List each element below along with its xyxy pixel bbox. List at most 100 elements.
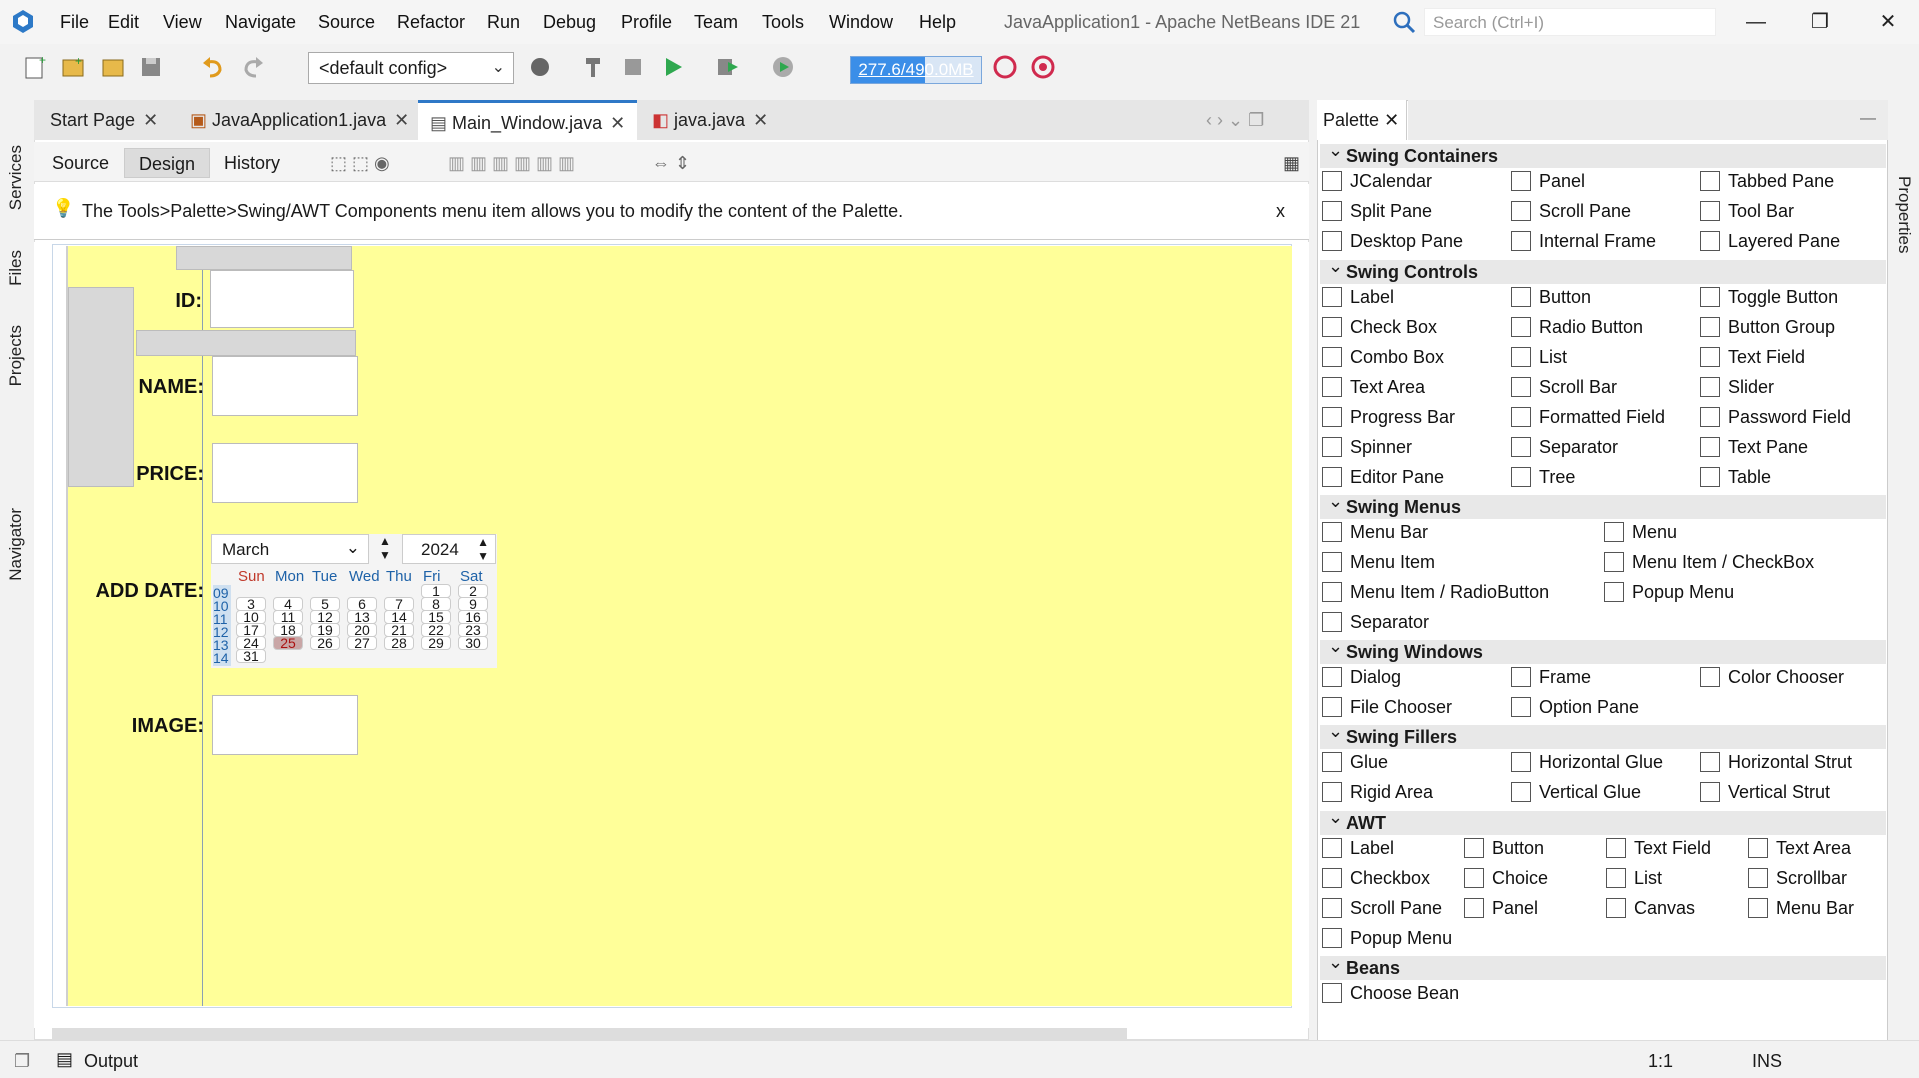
palette-item-toggle-button[interactable]: Toggle Button (1700, 287, 1838, 308)
palette-item-option-pane[interactable]: Option Pane (1511, 697, 1639, 718)
palette-item-menu-bar[interactable]: Menu Bar (1748, 898, 1854, 919)
calendar-day[interactable]: 26 (310, 636, 340, 650)
palette-item-menu-item-checkbox[interactable]: Menu Item / CheckBox (1604, 552, 1814, 573)
palette-item-horizontal-strut[interactable]: Horizontal Strut (1700, 752, 1852, 773)
palette-item-file-chooser[interactable]: File Chooser (1322, 697, 1452, 718)
palette-item-tool-bar[interactable]: Tool Bar (1700, 201, 1794, 222)
palette-item-jcalendar[interactable]: JCalendar (1322, 171, 1432, 192)
palette-item-text-field[interactable]: Text Field (1606, 838, 1711, 859)
tab-main-window[interactable]: ▤ Main_Window.java ✕ (418, 100, 638, 140)
calendar-day[interactable]: 29 (421, 636, 451, 650)
clean-build-icon[interactable] (620, 54, 646, 80)
tab-javaapplication1[interactable]: ▣ JavaApplication1.java ✕ (178, 100, 421, 140)
calendar-day[interactable]: 27 (347, 636, 377, 650)
menu-debug[interactable]: Debug (543, 12, 596, 33)
palette-item-menu-bar[interactable]: Menu Bar (1322, 522, 1428, 543)
name-label[interactable]: NAME: (100, 376, 204, 399)
tab-start-page[interactable]: Start Page ✕ (38, 100, 170, 140)
palette-item-password-field[interactable]: Password Field (1700, 407, 1851, 428)
year-spinner[interactable]: ▲ ▼ (477, 535, 489, 563)
horizontal-scrollbar[interactable] (52, 1028, 1127, 1040)
image-field[interactable] (212, 695, 358, 755)
palette-item-menu-item-radiobutton[interactable]: Menu Item / RadioButton (1322, 582, 1549, 603)
tab-java-java[interactable]: ◧ java.java ✕ (640, 100, 780, 140)
menu-profile[interactable]: Profile (621, 12, 672, 33)
price-label[interactable]: PRICE: (100, 463, 204, 486)
menu-edit[interactable]: Edit (108, 12, 139, 33)
memory-usage-bar[interactable]: 277.6/490.0MB (850, 56, 982, 84)
palette-item-scroll-pane[interactable]: Scroll Pane (1511, 201, 1631, 222)
calendar-day[interactable]: 25 (273, 636, 303, 650)
add-date-label[interactable]: ADD DATE: (60, 580, 204, 603)
palette-item-glue[interactable]: Glue (1322, 752, 1388, 773)
close-icon[interactable]: ✕ (1384, 110, 1399, 130)
palette-item-scroll-bar[interactable]: Scroll Bar (1511, 377, 1617, 398)
run-icon[interactable] (660, 54, 686, 80)
new-project-icon[interactable]: + (60, 54, 86, 80)
month-select[interactable]: March ⌄ (211, 534, 369, 564)
palette-item-radio-button[interactable]: Radio Button (1511, 317, 1643, 338)
search-input[interactable]: Search (Ctrl+I) (1424, 8, 1716, 36)
tab-palette[interactable]: Palette ✕ (1317, 100, 1407, 140)
debug-icon[interactable] (714, 54, 740, 80)
id-field[interactable] (210, 270, 354, 328)
close-icon[interactable]: ✕ (753, 110, 768, 130)
subtab-design[interactable]: Design (124, 148, 211, 178)
price-field[interactable] (212, 443, 358, 503)
undo-icon[interactable] (200, 54, 226, 80)
palette-item-progress-bar[interactable]: Progress Bar (1322, 407, 1455, 428)
grid-icon[interactable]: ▦ (1269, 148, 1314, 178)
palette-item-choose-bean[interactable]: Choose Bean (1322, 983, 1459, 1004)
close-window-button[interactable]: ✕ (1868, 8, 1908, 36)
files-tab[interactable]: Files (6, 250, 26, 286)
palette-item-panel[interactable]: Panel (1464, 898, 1538, 919)
palette-item-panel[interactable]: Panel (1511, 171, 1585, 192)
calendar-day[interactable]: 28 (384, 636, 414, 650)
category-swing-windows[interactable]: Swing Windows (1320, 636, 1886, 664)
redo-icon[interactable] (240, 54, 266, 80)
menu-run[interactable]: Run (487, 12, 520, 33)
category-swing-controls[interactable]: Swing Controls (1320, 256, 1886, 284)
palette-item-table[interactable]: Table (1700, 467, 1771, 488)
properties-tab[interactable]: Properties (1894, 176, 1914, 253)
palette-item-text-field[interactable]: Text Field (1700, 347, 1805, 368)
palette-item-menu[interactable]: Menu (1604, 522, 1677, 543)
restore-window-icon[interactable]: ❐ (14, 1051, 30, 1072)
palette-item-combo-box[interactable]: Combo Box (1322, 347, 1444, 368)
palette-item-text-area[interactable]: Text Area (1322, 377, 1425, 398)
palette-item-button[interactable]: Button (1464, 838, 1544, 859)
category-swing-menus[interactable]: Swing Menus (1320, 491, 1886, 519)
palette-item-dialog[interactable]: Dialog (1322, 667, 1401, 688)
palette-item-button-group[interactable]: Button Group (1700, 317, 1835, 338)
image-label[interactable]: IMAGE: (80, 715, 204, 738)
minimize-panel-icon[interactable]: — (1860, 110, 1876, 128)
calendar-day[interactable]: 30 (458, 636, 488, 650)
minimize-button[interactable]: — (1736, 8, 1776, 36)
palette-item-formatted-field[interactable]: Formatted Field (1511, 407, 1665, 428)
maximize-button[interactable]: ❐ (1800, 8, 1840, 36)
name-field[interactable] (212, 356, 358, 416)
palette-item-list[interactable]: List (1511, 347, 1567, 368)
config-select[interactable]: <default config> ⌄ (308, 52, 514, 84)
id-label[interactable]: ID: (150, 290, 202, 313)
subtab-source[interactable]: Source (38, 148, 123, 178)
projects-tab[interactable]: Projects (6, 325, 26, 386)
subtab-history[interactable]: History (210, 148, 294, 178)
close-icon[interactable]: ✕ (394, 110, 409, 130)
selection-mode-icon[interactable]: ⬚ ⬚ ◉ (316, 148, 404, 178)
category-swing-fillers[interactable]: Swing Fillers (1320, 721, 1886, 749)
palette-item-label[interactable]: Label (1322, 838, 1394, 859)
palette-item-canvas[interactable]: Canvas (1606, 898, 1695, 919)
palette-item-choice[interactable]: Choice (1464, 868, 1548, 889)
palette-item-rigid-area[interactable]: Rigid Area (1322, 782, 1433, 803)
palette-item-scrollbar[interactable]: Scrollbar (1748, 868, 1847, 889)
palette-item-tabbed-pane[interactable]: Tabbed Pane (1700, 171, 1834, 192)
save-all-icon[interactable] (138, 54, 164, 80)
calendar-day[interactable]: 31 (236, 649, 266, 663)
palette-item-horizontal-glue[interactable]: Horizontal Glue (1511, 752, 1663, 773)
menu-refactor[interactable]: Refactor (397, 12, 465, 33)
build-hammer-icon[interactable] (580, 54, 606, 80)
profile-ide-icon[interactable] (1030, 54, 1056, 80)
navigator-tab[interactable]: Navigator (6, 508, 26, 581)
palette-item-tree[interactable]: Tree (1511, 467, 1575, 488)
